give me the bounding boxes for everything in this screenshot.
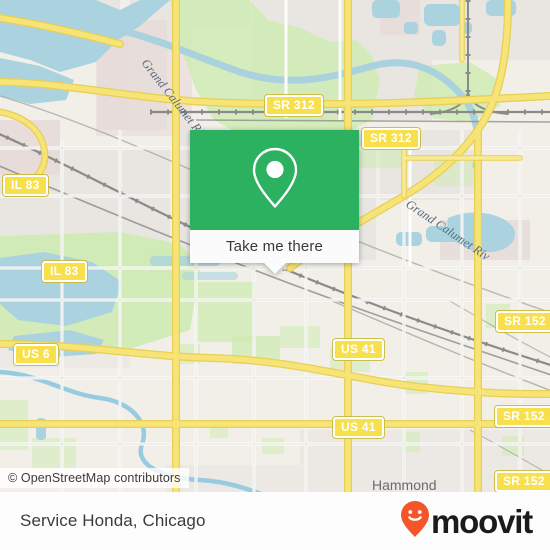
moovit-smiling-pin-icon — [400, 500, 430, 543]
road-shield: US 41 — [333, 417, 384, 438]
road-shield-label: IL 83 — [11, 178, 40, 192]
road-shield-label: SR 152 — [503, 409, 545, 423]
road-shield: IL 83 — [42, 261, 87, 282]
take-me-there-button[interactable]: Take me there — [226, 238, 323, 255]
road-shield: SR 312 — [362, 128, 420, 149]
moovit-map-screenshot: Grand Calumet River Grand Calumet Riv Ha… — [0, 0, 550, 550]
osm-attribution: © OpenStreetMap contributors — [0, 468, 189, 488]
popup-card-header — [190, 130, 359, 230]
road-shield: SR 152 — [496, 311, 550, 332]
moovit-brand[interactable]: moovit — [400, 500, 533, 543]
popup-card-footer[interactable]: Take me there — [190, 230, 359, 274]
road-shield-label: SR 312 — [273, 98, 315, 112]
road-shield-label: US 41 — [341, 342, 376, 356]
map-place-labels: Hammond — [372, 477, 437, 493]
road-shield: SR 152 — [495, 406, 550, 427]
place-label-hammond: Hammond — [372, 477, 437, 493]
bottom-info-bar: Service Honda, Chicago moovit — [0, 492, 550, 550]
moovit-wordmark: moovit — [431, 502, 533, 540]
road-shield-label: US 6 — [22, 347, 50, 361]
road-shield: SR 312 — [265, 95, 323, 116]
map-pin-icon — [249, 145, 301, 216]
road-shield-label: US 41 — [341, 420, 376, 434]
road-shield: US 41 — [333, 339, 384, 360]
road-shield-label: SR 152 — [503, 474, 545, 488]
road-shield: IL 83 — [3, 175, 48, 196]
place-title: Service Honda, Chicago — [20, 511, 206, 530]
road-shield: SR 152 — [495, 471, 550, 492]
road-shield-label: IL 83 — [50, 264, 79, 278]
popup-pointer-tail — [263, 263, 286, 274]
road-shield-label: SR 312 — [370, 131, 412, 145]
road-shield-label: SR 152 — [504, 314, 546, 328]
road-shield: US 6 — [14, 344, 58, 365]
place-popup-card[interactable]: Take me there — [190, 130, 359, 274]
